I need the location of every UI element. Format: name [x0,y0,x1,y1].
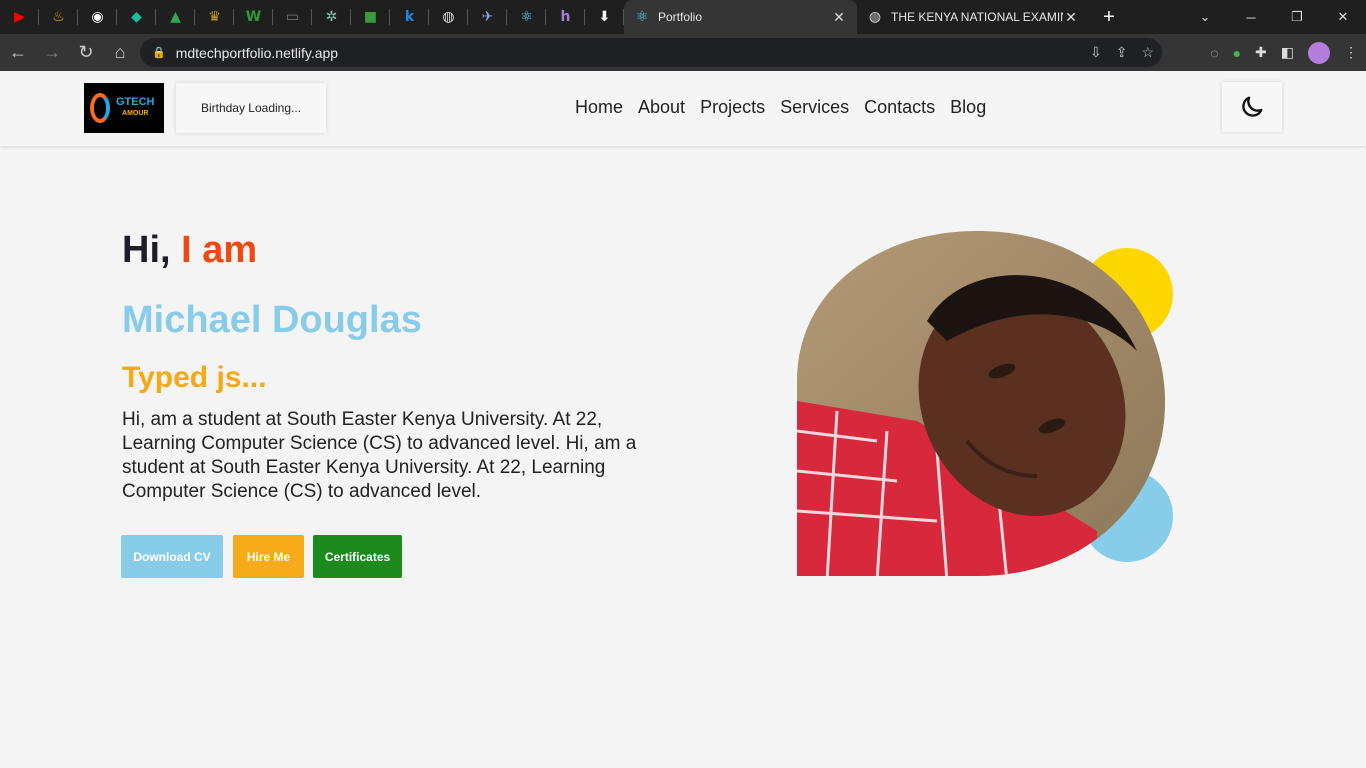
hero-image [797,231,1173,576]
pinned-tab[interactable]: ⬇ [585,0,624,34]
menu-dots-icon[interactable]: ⋮ [1344,44,1358,61]
nav-blog[interactable]: Blog [950,97,986,118]
greeting-prefix: Hi, [122,229,171,271]
logo-text: GTECH AMOUR [116,96,155,120]
typed-text: Typed js... [122,361,267,394]
birthday-widget: Birthday Loading... [176,83,326,133]
pinned-tab[interactable]: ■ [351,0,390,34]
address-bar[interactable]: 🔒 mdtechportfolio.netlify.app ⇩ ⇪ ☆ [140,38,1162,67]
hire-me-button[interactable]: Hire Me [233,535,304,578]
tab-portfolio[interactable]: ⚛ Portfolio ✕ [624,0,857,34]
tab-search-icon[interactable]: ⌄ [1182,0,1228,34]
k-icon: k [404,9,415,25]
nav-about[interactable]: About [638,97,685,118]
hero-name: Michael Douglas [122,299,422,341]
pinned-tab[interactable]: ✲ [312,0,351,34]
share-icon[interactable]: ⇪ [1116,44,1128,61]
greeting-accent: I am [181,229,258,271]
certificates-button[interactable]: Certificates [313,535,402,578]
bird-icon: ✈ [481,9,494,25]
react-icon: ⚛ [520,9,533,25]
globe-icon: ◍ [442,9,455,25]
home-button[interactable]: ⌂ [104,37,136,69]
pinned-tab[interactable]: h [546,0,585,34]
crest-icon: ♛ [208,9,221,25]
pinned-tabs: ▶ ♨ ◉ ◆ ▲ ♛ W ▭ ✲ ■ k ◍ ✈ ⚛ h ⬇ [0,0,624,34]
pinned-tab[interactable]: ✈ [468,0,507,34]
new-tab-button[interactable]: + [1089,6,1129,29]
openai-icon: ✲ [325,9,338,25]
nav-menu: Home About Projects Services Contacts Bl… [575,97,986,118]
youtube-icon: ▶ [14,9,25,25]
logo-mark [90,93,110,123]
url-text: mdtechportfolio.netlify.app [175,44,339,61]
nav-projects[interactable]: Projects [700,97,765,118]
profile-avatar[interactable] [1308,41,1330,64]
drive-icon: ▲ [170,9,181,25]
close-icon[interactable]: ✕ [831,9,847,26]
globe-icon: ◍ [868,9,882,25]
puzzle-icon[interactable]: ✚ [1255,44,1267,61]
diamond-icon: ◆ [131,9,142,25]
h-icon: h [560,9,571,25]
github-icon: ◉ [91,9,104,25]
reload-button[interactable]: ↻ [70,37,102,69]
site-logo[interactable]: GTECH AMOUR [84,83,164,133]
moon-icon [1242,96,1263,117]
pinned-tab[interactable]: k [390,0,429,34]
pinned-tab[interactable]: ♛ [195,0,234,34]
tab-title: THE KENYA NATIONAL EXAMINATIONS [891,10,1063,24]
pinned-tab[interactable]: ▲ [156,0,195,34]
download-icon: ⬇ [598,9,611,25]
flame-icon: ♨ [52,9,65,25]
site-navbar: GTECH AMOUR Birthday Loading... Home Abo… [0,71,1366,146]
pinned-tab[interactable]: ▶ [0,0,39,34]
close-window-button[interactable]: ✕ [1320,0,1366,34]
tab-knec[interactable]: ◍ THE KENYA NATIONAL EXAMINATIONS ✕ [857,0,1089,34]
greeting: Hi, I am [122,229,257,272]
install-icon[interactable]: ⇩ [1090,44,1102,61]
logo-subtitle: AMOUR [122,110,149,117]
sidepanel-icon[interactable]: ◧ [1281,44,1294,61]
page: GTECH AMOUR Birthday Loading... Home Abo… [0,71,1366,768]
close-icon[interactable]: ✕ [1063,9,1079,26]
download-cv-button[interactable]: Download CV [121,535,223,578]
nav-home[interactable]: Home [575,97,623,118]
pinned-tab[interactable]: ▭ [273,0,312,34]
pinned-tab[interactable]: ◉ [78,0,117,34]
react-icon: ⚛ [635,9,649,25]
laptop-icon: ▭ [285,9,300,25]
w-icon: W [245,9,262,25]
browser-tabstrip: ▶ ♨ ◉ ◆ ▲ ♛ W ▭ ✲ ■ k ◍ ✈ ⚛ h ⬇ ⚛ Portfolio ✕ ◍ THE KEN… [0,0,1366,34]
logo-title: GTECH [116,96,155,108]
forward-button[interactable]: → [36,37,68,69]
lock-icon[interactable]: 🔒 [152,46,166,59]
pinned-tab[interactable]: ⚛ [507,0,546,34]
pinned-tab[interactable]: ◍ [429,0,468,34]
minimize-button[interactable]: ─ [1228,0,1274,34]
hero-bio: Hi, am a student at South Easter Kenya U… [122,409,637,502]
extension-green-icon[interactable]: ● [1233,45,1241,61]
bookmark-star-icon[interactable]: ☆ [1141,44,1154,61]
nav-services[interactable]: Services [780,97,849,118]
pinned-tab[interactable]: W [234,0,273,34]
theme-toggle-button[interactable] [1222,82,1282,132]
green-square-icon: ■ [363,9,378,25]
window-controls: ⌄ ─ ❐ ✕ [1182,0,1366,34]
extensions-area: ◌ ● ✚ ◧ ⋮ [1210,34,1358,71]
browser-toolbar: ← → ↻ ⌂ 🔒 mdtechportfolio.netlify.app ⇩ … [0,34,1366,71]
nav-contacts[interactable]: Contacts [864,97,935,118]
back-button[interactable]: ← [2,37,34,69]
extension-circle-icon[interactable]: ◌ [1210,45,1218,61]
pinned-tab[interactable]: ◆ [117,0,156,34]
pinned-tab[interactable]: ♨ [39,0,78,34]
address-bar-actions: ⇩ ⇪ ☆ [1090,38,1154,67]
tab-title: Portfolio [658,10,703,24]
restore-button[interactable]: ❐ [1274,0,1320,34]
